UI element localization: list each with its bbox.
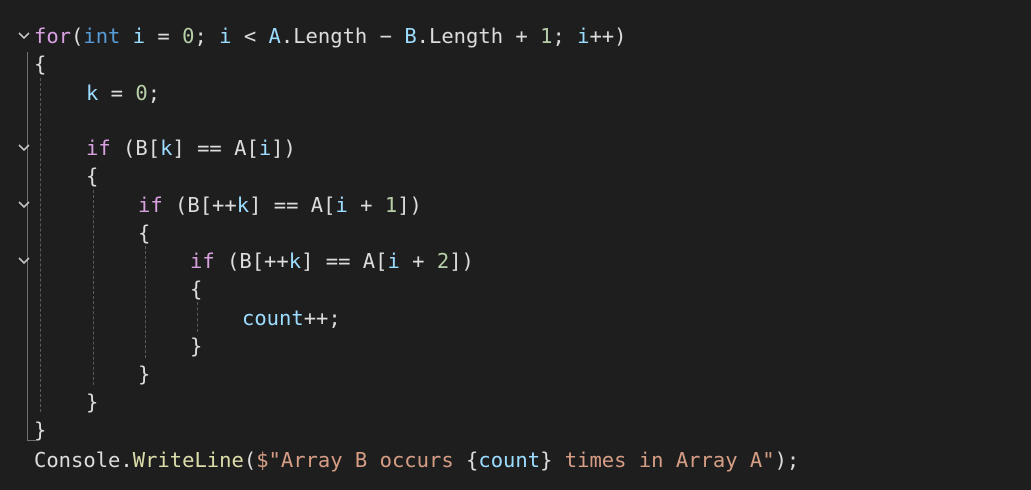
- code-line-brace[interactable]: }: [0, 388, 98, 416]
- keyword-if: if: [138, 193, 163, 217]
- token-code: ] == A[: [172, 136, 259, 160]
- prop-length: Length: [293, 24, 368, 48]
- brace-close: }: [138, 362, 151, 386]
- number-two: 2: [436, 249, 450, 273]
- interp-brace-open: {: [466, 448, 479, 472]
- token-code: (B[++: [162, 193, 237, 217]
- string-literal: $"Array B occurs: [256, 448, 467, 472]
- token-semicolon: ;: [552, 24, 578, 48]
- var-i: i: [219, 24, 232, 48]
- token-code: ]): [397, 193, 422, 217]
- var-count: count: [242, 306, 304, 330]
- string-literal: times in Array A": [552, 448, 775, 472]
- var-count: count: [478, 448, 541, 472]
- interp-brace-close: }: [540, 448, 553, 472]
- brace-close: }: [190, 334, 203, 358]
- code-line-brace[interactable]: }: [0, 416, 49, 444]
- number-zero: 0: [135, 81, 148, 105]
- token-dot: .: [416, 24, 429, 48]
- token-dot: .: [120, 448, 133, 472]
- code-line-count-increment[interactable]: count++;: [0, 304, 341, 332]
- op-increment: ++): [589, 24, 627, 48]
- number-one: 1: [384, 193, 398, 217]
- var-k: k: [160, 136, 173, 160]
- code-line-k-assign[interactable]: k = 0;: [0, 79, 160, 107]
- indent-guide: [93, 190, 94, 385]
- op-plus: +: [347, 193, 385, 217]
- op-plus: +: [503, 24, 541, 48]
- token-code: ]): [271, 136, 296, 160]
- var-i: i: [132, 24, 146, 48]
- prop-length: Length: [429, 24, 504, 48]
- brace-open: {: [86, 164, 99, 188]
- brace-open: {: [190, 277, 203, 301]
- token-semicolon: ;: [147, 81, 161, 105]
- code-editor[interactable]: for(int i = 0; i < A.Length − B.Length +…: [0, 0, 1031, 490]
- token-semicolon: ;: [194, 24, 220, 48]
- brace-close: }: [86, 390, 99, 414]
- var-i: i: [258, 136, 272, 160]
- var-k: k: [288, 249, 302, 273]
- code-line-brace[interactable]: }: [0, 360, 150, 388]
- code-line-if-2[interactable]: if (B[++k] == A[i + 1]): [0, 191, 422, 219]
- token-code: (B[++: [214, 249, 289, 273]
- number-zero: 0: [182, 24, 195, 48]
- code-line-brace[interactable]: {: [0, 50, 49, 78]
- op-lt: <: [231, 24, 269, 48]
- token-paren: (: [71, 24, 84, 48]
- keyword-if: if: [190, 249, 215, 273]
- keyword-int: int: [83, 24, 121, 48]
- indent-guide: [145, 246, 146, 358]
- token-code: (B[: [110, 136, 161, 160]
- token-dot: .: [280, 24, 294, 48]
- brace-open: {: [34, 52, 47, 76]
- code-line-brace[interactable]: {: [0, 219, 150, 247]
- code-line-brace[interactable]: {: [0, 162, 98, 190]
- code-line-brace[interactable]: {: [0, 275, 202, 303]
- class-console: Console: [34, 448, 121, 472]
- token-code: ]): [449, 249, 474, 273]
- var-b: B: [404, 24, 417, 48]
- number-one: 1: [540, 24, 553, 48]
- var-i: i: [387, 249, 400, 273]
- var-k: k: [86, 81, 99, 105]
- keyword-for: for: [34, 24, 72, 48]
- token-code: ] == A[: [249, 193, 336, 217]
- code-line-brace[interactable]: }: [0, 332, 202, 360]
- keyword-if: if: [86, 136, 111, 160]
- op-minus: −: [367, 24, 405, 48]
- token-code: ] == A[: [301, 249, 388, 273]
- code-line-writeline[interactable]: Console.WriteLine($"Array B occurs {coun…: [0, 446, 799, 474]
- code-line-if-1[interactable]: if (B[k] == A[i]): [0, 134, 296, 162]
- code-line-if-3[interactable]: if (B[++k] == A[i + 2]): [0, 247, 474, 275]
- code-line-for[interactable]: for(int i = 0; i < A.Length − B.Length +…: [0, 22, 627, 50]
- op-assign: =: [98, 81, 136, 105]
- op-plus: +: [399, 249, 437, 273]
- var-a: A: [268, 24, 281, 48]
- var-k: k: [236, 193, 250, 217]
- var-i: i: [335, 193, 348, 217]
- indent-guide: [197, 302, 198, 332]
- brace-open: {: [138, 221, 151, 245]
- brace-close: }: [34, 418, 47, 442]
- op-increment: ++;: [303, 306, 341, 330]
- op-assign: =: [145, 24, 183, 48]
- token-paren-close: );: [774, 448, 800, 472]
- var-i: i: [577, 24, 590, 48]
- token-paren: (: [243, 448, 257, 472]
- method-writeline: WriteLine: [132, 448, 244, 472]
